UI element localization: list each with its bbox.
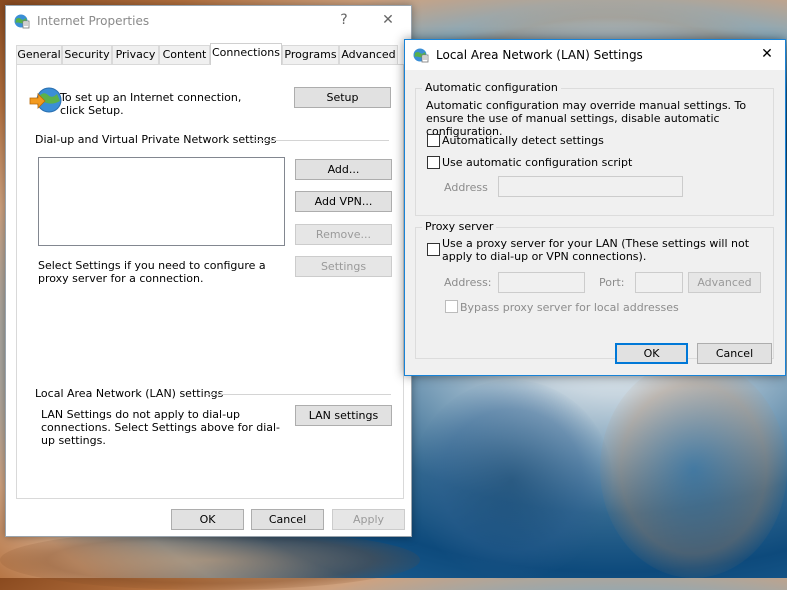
tab-connections[interactable]: Connections bbox=[210, 43, 282, 65]
title-bar[interactable]: Internet Properties ? ✕ bbox=[6, 6, 411, 36]
proxy-address-label: Address: bbox=[444, 276, 492, 289]
dialup-vpn-section-label: Dial-up and Virtual Private Network sett… bbox=[35, 133, 277, 146]
add-button[interactable]: Add... bbox=[295, 159, 392, 180]
close-button[interactable]: ✕ bbox=[368, 6, 408, 34]
lan-settings-button[interactable]: LAN settings bbox=[295, 405, 392, 426]
globe-with-arrow-icon bbox=[29, 87, 62, 113]
connections-tab-panel: To set up an Internet connection, click … bbox=[16, 64, 404, 499]
dialog-body: Automatic configuration Automatic config… bbox=[405, 70, 785, 375]
lan-note: LAN Settings do not apply to dial-up con… bbox=[41, 408, 281, 447]
tab-content[interactable]: Content bbox=[159, 45, 210, 64]
lan-settings-dialog: Local Area Network (LAN) Settings ✕ Auto… bbox=[404, 39, 786, 376]
add-vpn-button[interactable]: Add VPN... bbox=[295, 191, 392, 212]
dialog-title-bar[interactable]: Local Area Network (LAN) Settings ✕ bbox=[405, 40, 785, 70]
cancel-button[interactable]: Cancel bbox=[251, 509, 324, 530]
setup-button[interactable]: Setup bbox=[294, 87, 391, 108]
connections-listbox[interactable] bbox=[38, 157, 285, 246]
auto-script-checkbox[interactable] bbox=[427, 156, 440, 169]
tab-programs[interactable]: Programs bbox=[282, 45, 339, 64]
auto-script-label[interactable]: Use automatic configuration script bbox=[442, 156, 632, 169]
apply-button[interactable]: Apply bbox=[332, 509, 405, 530]
internet-globe-icon bbox=[413, 48, 429, 63]
proxy-settings-hint: Select Settings if you need to configure… bbox=[38, 259, 266, 285]
proxy-server-title: Proxy server bbox=[422, 220, 497, 233]
bypass-local-label[interactable]: Bypass proxy server for local addresses bbox=[460, 301, 679, 314]
script-address-label: Address bbox=[444, 181, 488, 194]
section-divider bbox=[206, 394, 391, 395]
internet-properties-window: Internet Properties ? ✕ General Security… bbox=[5, 5, 412, 537]
section-divider bbox=[249, 140, 389, 141]
remove-button[interactable]: Remove... bbox=[295, 224, 392, 245]
automatic-configuration-title: Automatic configuration bbox=[422, 81, 561, 94]
script-address-input[interactable] bbox=[498, 176, 683, 197]
dialog-title: Local Area Network (LAN) Settings bbox=[436, 48, 643, 62]
window-title: Internet Properties bbox=[37, 14, 150, 28]
use-proxy-label[interactable]: Use a proxy server for your LAN (These s… bbox=[442, 237, 767, 263]
dialog-ok-button[interactable]: OK bbox=[615, 343, 688, 364]
auto-detect-checkbox[interactable] bbox=[427, 134, 440, 147]
lan-section-label: Local Area Network (LAN) settings bbox=[35, 387, 224, 400]
tab-security[interactable]: Security bbox=[62, 45, 112, 64]
ok-button[interactable]: OK bbox=[171, 509, 244, 530]
bypass-local-checkbox[interactable] bbox=[445, 300, 458, 313]
dialog-cancel-button[interactable]: Cancel bbox=[697, 343, 772, 364]
auto-config-description: Automatic configuration may override man… bbox=[426, 99, 747, 138]
internet-globe-icon bbox=[14, 14, 30, 29]
setup-instructions: To set up an Internet connection, click … bbox=[60, 91, 242, 117]
tab-advanced[interactable]: Advanced bbox=[339, 45, 398, 64]
port-label: Port: bbox=[599, 276, 625, 289]
dialog-close-button[interactable]: ✕ bbox=[747, 40, 787, 68]
tab-strip: General Security Privacy Content Connect… bbox=[16, 43, 406, 65]
help-button[interactable]: ? bbox=[324, 6, 364, 34]
tab-privacy[interactable]: Privacy bbox=[112, 45, 159, 64]
proxy-advanced-button[interactable]: Advanced bbox=[688, 272, 761, 293]
auto-detect-label[interactable]: Automatically detect settings bbox=[442, 134, 604, 147]
proxy-address-input[interactable] bbox=[498, 272, 585, 293]
settings-button[interactable]: Settings bbox=[295, 256, 392, 277]
tab-general[interactable]: General bbox=[16, 45, 62, 64]
port-input[interactable] bbox=[635, 272, 683, 293]
use-proxy-checkbox[interactable] bbox=[427, 243, 440, 256]
